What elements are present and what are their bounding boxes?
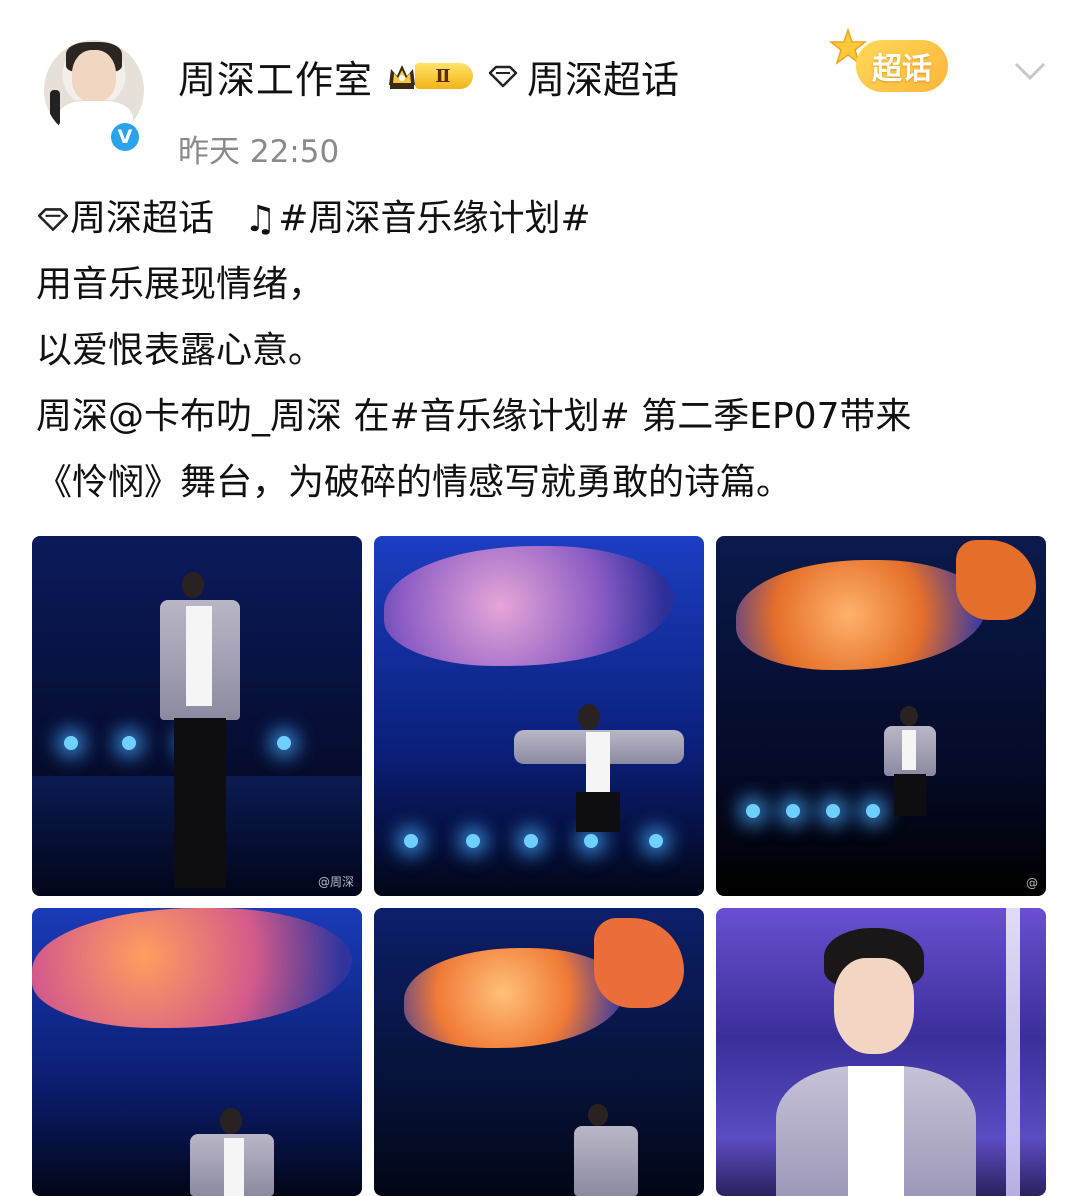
content-line-2: 用音乐展现情绪， [36,264,325,305]
topic-link[interactable]: 周深超话 [70,186,214,252]
verified-icon: V [108,120,142,154]
post-content: 周深超话 ♫ #周深音乐缘计划# 用音乐展现情绪， 以爱恨表露心意。 周深@卡布… [36,186,1046,516]
hashtag-link[interactable]: #周深音乐缘计划# [278,186,590,252]
music-note-icon: ♫ [244,198,277,240]
image-tile-2[interactable] [374,536,704,896]
performer-figure [882,706,942,816]
image-watermark: @周深 [317,875,354,889]
member-badge[interactable]: Ⅱ [385,56,474,96]
diamond-icon [37,208,69,231]
image-tile-1[interactable]: @周深 [32,536,362,896]
diamond-icon [488,65,518,88]
image-tile-3[interactable]: @ [716,536,1046,896]
content-line-1: 周深超话 ♫ #周深音乐缘计划# [36,186,1046,252]
image-watermark: @ [1026,876,1038,890]
image-tile-4[interactable] [32,908,362,1196]
performer-closeup [776,928,976,1196]
super-topic-label: 周深超话 [527,57,680,102]
content-line-3: 以爱恨表露心意。 [36,330,325,371]
chevron-down-icon[interactable] [1010,50,1050,90]
image-tile-5[interactable] [374,908,704,1196]
super-topic-link[interactable]: 周深超话 [487,49,679,104]
super-topic-badge[interactable]: 超话 [828,28,978,108]
avatar-phone [50,90,60,126]
stage-lights [384,834,694,850]
post-time: 昨天 22:50 [178,134,340,170]
author-name[interactable]: 周深工作室 [178,49,373,104]
content-line-4: 周深@卡布叻_周深 在#音乐缘计划# 第二季EP07带来 [36,396,912,437]
performer-figure [514,704,684,832]
performer-figure [190,1108,280,1196]
performer-figure [152,572,252,892]
content-line-5: 《怜悯》舞台，为破碎的情感写就勇敢的诗篇。 [36,462,793,503]
fish-sculpture [384,536,694,686]
avatar-face [72,50,116,102]
image-tile-6[interactable] [716,908,1046,1196]
fish-sculpture [32,908,362,1038]
stage-lights [726,804,1036,820]
super-badge-label: 超话 [856,40,948,92]
fish-sculpture [736,540,1036,680]
light-pillar [1006,908,1020,1196]
level-badge: Ⅱ [415,63,474,89]
post-header: V 周深工作室 Ⅱ 周深超话 昨天 22:50 超话 [0,0,1080,180]
performer-figure [574,1104,644,1196]
fish-sculpture [404,918,694,1058]
crown-icon [389,65,416,89]
author-row: 周深工作室 Ⅱ 周深超话 [178,46,679,106]
